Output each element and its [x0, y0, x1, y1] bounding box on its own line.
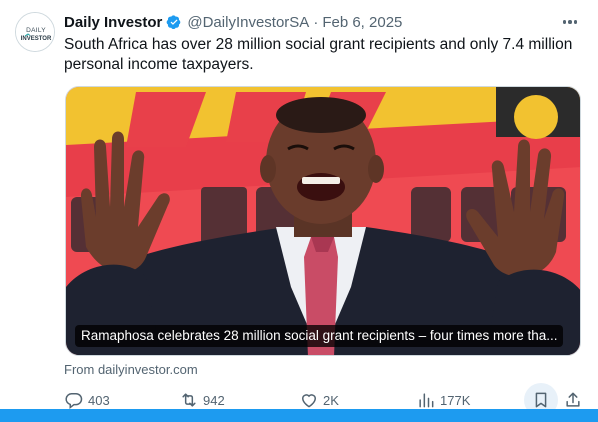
tweet-date[interactable]: Feb 6, 2025 — [322, 14, 402, 31]
svg-text:INVESTOR: INVESTOR — [21, 36, 52, 42]
ramaphosa-photo — [66, 87, 580, 355]
reply-count: 403 — [88, 392, 110, 408]
author-avatar[interactable]: DAILY INVESTOR — [15, 12, 55, 52]
daily-investor-logo: DAILY INVESTOR — [16, 13, 54, 51]
media-caption[interactable]: Ramaphosa celebrates 28 million social g… — [75, 325, 564, 347]
author-name[interactable]: Daily Investor — [64, 14, 162, 31]
bookmark-icon — [535, 392, 547, 408]
separator-dot: · — [313, 13, 319, 31]
reply-icon — [65, 393, 83, 410]
repost-icon — [182, 393, 196, 407]
bottom-accent-bar — [0, 409, 598, 422]
author-handle[interactable]: @DailyInvestorSA — [187, 14, 309, 31]
repost-count: 942 — [203, 392, 225, 408]
more-dots-icon[interactable] — [558, 12, 582, 32]
tweet-header: Daily Investor @DailyInvestorSA · Feb 6,… — [64, 12, 402, 32]
tweet-media-card[interactable] — [65, 86, 581, 356]
like-count: 2K — [323, 392, 339, 408]
heart-icon — [301, 394, 317, 408]
view-count: 177K — [440, 392, 471, 408]
svg-text:DAILY: DAILY — [26, 27, 46, 34]
link-source[interactable]: From dailyinvestor.com — [64, 362, 198, 377]
views-chart-icon — [419, 393, 434, 408]
verified-badge-icon — [165, 13, 183, 31]
share-icon — [566, 392, 580, 407]
tweet-text: South Africa has over 28 million social … — [64, 36, 573, 73]
tweet-card[interactable]: DAILY INVESTOR Daily Investor @DailyInve… — [0, 0, 598, 422]
